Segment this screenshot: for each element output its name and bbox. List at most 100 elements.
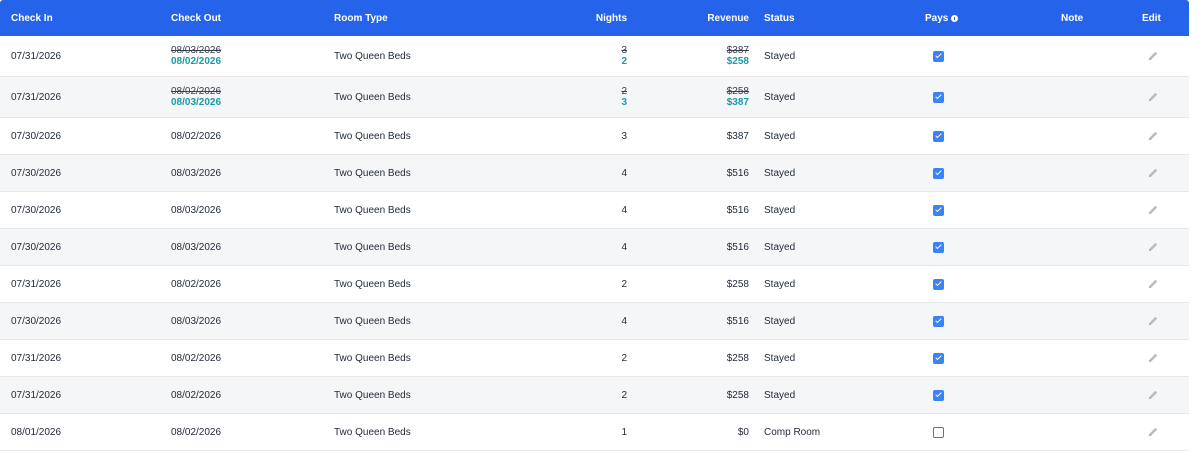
table-row[interactable]: 07/31/2026 08/03/2026 08/02/2026 Two Queen … — [0, 36, 1189, 77]
revenue-previous: $258 — [726, 86, 749, 97]
check-out-date: 08/03/2026 — [171, 204, 222, 216]
header-check-in[interactable]: Check In — [11, 13, 53, 24]
header-check-out[interactable]: Check Out — [171, 13, 221, 24]
nights-value: 2 — [621, 278, 627, 290]
pays-checkbox[interactable] — [932, 315, 944, 327]
check-out-date: 08/02/2026 — [171, 130, 222, 142]
check-in-date: 07/31/2026 — [11, 352, 62, 364]
nights-value: 3 — [621, 130, 627, 142]
revenue-value: $0 — [737, 426, 749, 438]
table-row[interactable]: 07/30/2026 08/03/2026 Two Queen Beds 4 $516 S… — [0, 192, 1189, 229]
room-type: Two Queen Beds — [334, 91, 411, 103]
pays-checkbox[interactable] — [932, 204, 944, 216]
nights-value: 1 — [621, 426, 627, 438]
status-value: Stayed — [764, 167, 796, 179]
revenue-value: $258 — [726, 278, 749, 290]
pays-checkbox[interactable] — [932, 278, 944, 290]
pencil-icon[interactable] — [1146, 166, 1160, 180]
table-row[interactable]: 07/30/2026 08/03/2026 Two Queen Beds 4 $516 S… — [0, 155, 1189, 192]
status-value: Stayed — [764, 389, 796, 401]
pencil-icon[interactable] — [1146, 388, 1160, 402]
room-type: Two Queen Beds — [334, 315, 411, 327]
table-row[interactable]: 07/31/2026 08/02/2026 Two Queen Beds 2 $258 S… — [0, 266, 1189, 303]
room-type: Two Queen Beds — [334, 278, 411, 290]
pays-checkbox[interactable] — [932, 91, 944, 103]
revenue-value: $387 — [726, 130, 749, 142]
nights-updated: 2 — [621, 56, 627, 67]
check-in-date: 07/30/2026 — [11, 241, 62, 253]
check-in-date: 07/30/2026 — [11, 204, 62, 216]
table-body: 07/31/2026 08/03/2026 08/02/2026 Two Queen … — [0, 36, 1189, 451]
header-nights[interactable]: Nights — [596, 13, 627, 24]
header-revenue[interactable]: Revenue — [707, 13, 749, 24]
revenue-value: $258 — [726, 389, 749, 401]
pencil-icon[interactable] — [1146, 90, 1160, 104]
check-out-date: 08/03/2026 — [171, 167, 222, 179]
nights-value: 4 — [621, 315, 627, 327]
pencil-icon[interactable] — [1146, 425, 1160, 439]
status-value: Stayed — [764, 241, 796, 253]
revenue-value: $516 — [726, 241, 749, 253]
check-in-date: 07/30/2026 — [11, 167, 62, 179]
status-value: Stayed — [764, 50, 796, 62]
nights-value: 4 — [621, 167, 627, 179]
check-in-date: 07/31/2026 — [11, 389, 62, 401]
pencil-icon[interactable] — [1146, 314, 1160, 328]
revenue-updated: $387 — [726, 97, 749, 108]
pencil-icon[interactable] — [1146, 351, 1160, 365]
table-row[interactable]: 07/31/2026 08/02/2026 Two Queen Beds 2 $258 S… — [0, 377, 1189, 414]
pays-checkbox[interactable] — [932, 426, 944, 438]
check-out-updated: 08/03/2026 — [171, 97, 222, 108]
check-out-date: 08/02/2026 — [171, 352, 222, 364]
nights-value: 4 — [621, 204, 627, 216]
header-pays[interactable]: Pays — [925, 13, 948, 24]
check-out-date: 08/03/2026 — [171, 315, 222, 327]
status-value: Stayed — [764, 278, 796, 290]
pays-checkbox[interactable] — [932, 389, 944, 401]
pays-checkbox[interactable] — [932, 50, 944, 62]
table-row[interactable]: 07/30/2026 08/03/2026 Two Queen Beds 4 $516 S… — [0, 229, 1189, 266]
status-value: Stayed — [764, 130, 796, 142]
pays-checkbox[interactable] — [932, 241, 944, 253]
pencil-icon[interactable] — [1146, 203, 1160, 217]
room-type: Two Queen Beds — [334, 426, 411, 438]
status-value: Comp Room — [764, 426, 821, 438]
status-value: Stayed — [764, 204, 796, 216]
room-type: Two Queen Beds — [334, 130, 411, 142]
revenue-previous: $387 — [726, 45, 749, 56]
check-out-updated: 08/02/2026 — [171, 56, 222, 67]
header-room-type[interactable]: Room Type — [334, 13, 388, 24]
check-in-date: 07/30/2026 — [11, 315, 62, 327]
pencil-icon[interactable] — [1146, 129, 1160, 143]
room-type: Two Queen Beds — [334, 167, 411, 179]
check-in-date: 07/31/2026 — [11, 50, 62, 62]
table-row[interactable]: 08/01/2026 08/02/2026 Two Queen Beds 1 $0 Com… — [0, 414, 1189, 451]
pays-checkbox[interactable] — [932, 167, 944, 179]
room-type: Two Queen Beds — [334, 241, 411, 253]
header-status[interactable]: Status — [764, 13, 795, 24]
table-header: Check In Check Out Room Type Nights Reve… — [0, 0, 1189, 36]
pencil-icon[interactable] — [1146, 49, 1160, 63]
revenue-value: $516 — [726, 167, 749, 179]
check-out-date: 08/02/2026 — [171, 278, 222, 290]
pays-checkbox[interactable] — [932, 130, 944, 142]
revenue-value: $258 — [726, 352, 749, 364]
pencil-icon[interactable] — [1146, 240, 1160, 254]
status-value: Stayed — [764, 315, 796, 327]
check-out-date: 08/02/2026 — [171, 389, 222, 401]
table-row[interactable]: 07/30/2026 08/03/2026 Two Queen Beds 4 $516 S… — [0, 303, 1189, 340]
check-in-date: 07/30/2026 — [11, 130, 62, 142]
room-type: Two Queen Beds — [334, 50, 411, 62]
nights-value: 4 — [621, 241, 627, 253]
nights-previous: 3 — [621, 45, 627, 56]
table-row[interactable]: 07/30/2026 08/02/2026 Two Queen Beds 3 $387 S… — [0, 118, 1189, 155]
table-row[interactable]: 07/31/2026 08/02/2026 08/03/2026 Two Queen … — [0, 77, 1189, 118]
nights-value: 2 — [621, 352, 627, 364]
header-edit: Edit — [1142, 12, 1161, 24]
reservations-table: Check In Check Out Room Type Nights Reve… — [0, 0, 1189, 451]
info-icon[interactable] — [951, 14, 959, 22]
pencil-icon[interactable] — [1146, 277, 1160, 291]
pays-checkbox[interactable] — [932, 352, 944, 364]
check-in-date: 07/31/2026 — [11, 278, 62, 290]
table-row[interactable]: 07/31/2026 08/02/2026 Two Queen Beds 2 $258 S… — [0, 340, 1189, 377]
